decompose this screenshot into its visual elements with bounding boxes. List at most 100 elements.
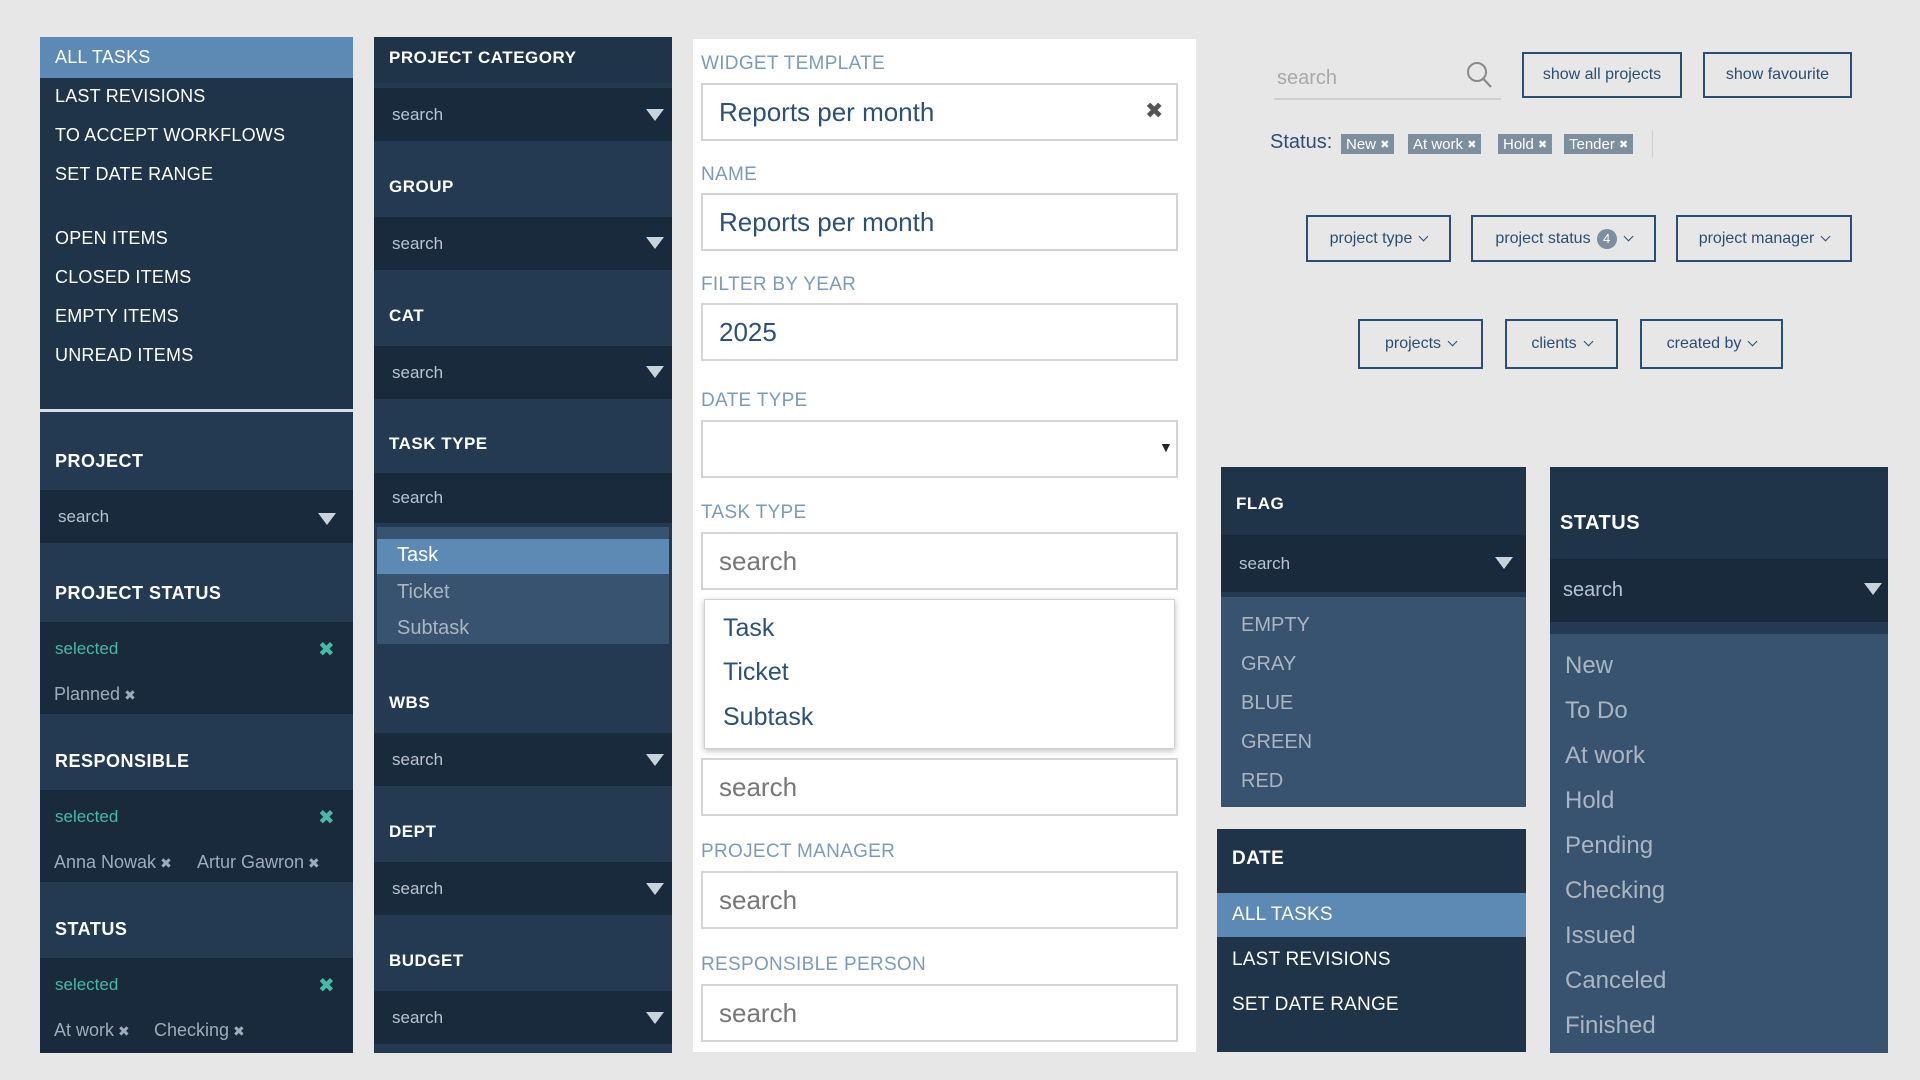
task-type-dropdown-ticket[interactable]: Ticket [723, 658, 789, 687]
task-type-dropdown-task[interactable]: Task [723, 614, 774, 643]
task-type-placeholder: search [719, 545, 798, 576]
dropdown-arrow-icon[interactable] [646, 754, 664, 766]
remove-chip-icon[interactable]: ✖ [160, 855, 172, 871]
flag-search[interactable]: search [1221, 535, 1526, 592]
dropdown-arrow-icon[interactable] [1864, 583, 1882, 595]
dept-search[interactable]: search [374, 862, 672, 915]
status-tag-at-work[interactable]: At work ✖ [1408, 134, 1482, 154]
remove-tag-icon[interactable]: ✖ [1619, 138, 1628, 151]
show-favourite-button[interactable]: show favourite [1703, 52, 1852, 98]
responsible-person-input[interactable]: search [701, 984, 1178, 1042]
task-type-dropdown-subtask[interactable]: Subtask [723, 703, 813, 732]
task-type-option-subtask[interactable]: Subtask [397, 617, 469, 640]
project-manager-dropdown[interactable]: project manager [1676, 215, 1852, 262]
dropdown-arrow-icon[interactable] [646, 1012, 664, 1024]
menu-closed-items[interactable]: CLOSED ITEMS [55, 267, 191, 288]
project-dropdown-arrow-icon[interactable] [318, 513, 336, 525]
flag-gray[interactable]: GRAY [1241, 653, 1296, 676]
status-canceled[interactable]: Canceled [1565, 967, 1666, 995]
remove-tag-icon[interactable]: ✖ [1380, 138, 1389, 151]
flag-red[interactable]: RED [1241, 770, 1283, 793]
remove-tag-icon[interactable]: ✖ [1467, 138, 1476, 151]
status-checking[interactable]: Checking [1565, 877, 1665, 905]
flag-green[interactable]: GREEN [1241, 731, 1312, 754]
task-type-input[interactable]: search [701, 532, 1178, 590]
menu-last-revisions[interactable]: LAST REVISIONS [55, 86, 206, 107]
date-last-revisions[interactable]: LAST REVISIONS [1232, 949, 1391, 971]
remove-chip-icon[interactable]: ✖ [124, 687, 136, 703]
task-type-search[interactable]: search [374, 473, 672, 523]
remove-chip-icon[interactable]: ✖ [233, 1023, 245, 1039]
project-status-count-badge: 4 [1596, 228, 1617, 249]
remove-chip-icon[interactable]: ✖ [118, 1023, 130, 1039]
status-tag-new[interactable]: New ✖ [1341, 134, 1395, 154]
task-type-option-task[interactable]: Task [397, 544, 438, 567]
project-status-dropdown[interactable]: project status 4 [1471, 215, 1656, 262]
menu-empty-items[interactable]: EMPTY ITEMS [55, 306, 179, 327]
flag-blue[interactable]: BLUE [1241, 692, 1293, 715]
widget-template-label: WIDGET TEMPLATE [701, 53, 885, 74]
clients-dropdown[interactable]: clients [1505, 319, 1618, 369]
cat-search[interactable]: search [374, 346, 672, 399]
group-heading: GROUP [389, 177, 454, 196]
dropdown-arrow-icon[interactable] [646, 109, 664, 121]
tags-divider [1652, 130, 1653, 158]
menu-set-date-range[interactable]: SET DATE RANGE [55, 164, 213, 185]
status-panel-search[interactable]: search [1550, 559, 1888, 622]
status-clear-icon[interactable]: ✖ [318, 973, 335, 998]
chip-artur-gawron[interactable]: Artur Gawron ✖ [197, 852, 320, 873]
dropdown-arrow-icon[interactable] [1495, 557, 1513, 569]
responsible-clear-icon[interactable]: ✖ [318, 805, 335, 830]
chip-checking[interactable]: Checking ✖ [154, 1020, 245, 1041]
name-input[interactable]: Reports per month [701, 193, 1178, 251]
widget-template-select[interactable]: Reports per month [701, 83, 1178, 141]
project-search[interactable]: search [40, 490, 353, 543]
flag-empty[interactable]: EMPTY [1241, 614, 1310, 637]
menu-unread-items[interactable]: UNREAD ITEMS [55, 345, 193, 366]
group-search[interactable]: search [374, 217, 672, 270]
status-new[interactable]: New [1565, 652, 1613, 680]
chevron-down-icon [1447, 336, 1458, 347]
status-panel: STATUS search New To Do At work Hold Pen… [1550, 467, 1888, 1053]
date-all-tasks[interactable]: ALL TASKS [1232, 904, 1333, 926]
search-placeholder: search [1239, 553, 1291, 573]
project-type-dropdown[interactable]: project type [1306, 215, 1451, 262]
status-hold[interactable]: Hold [1565, 787, 1614, 815]
projects-dropdown[interactable]: projects [1358, 319, 1483, 369]
menu-to-accept-workflows[interactable]: TO ACCEPT WORKFLOWS [55, 125, 285, 146]
status-finished[interactable]: Finished [1565, 1012, 1656, 1040]
status-pending[interactable]: Pending [1565, 832, 1653, 860]
project-manager-input[interactable]: search [701, 871, 1178, 929]
show-all-projects-button[interactable]: show all projects [1522, 52, 1682, 98]
status-tag-hold[interactable]: Hold ✖ [1498, 134, 1553, 154]
caret-down-icon[interactable]: ▼ [1159, 439, 1173, 455]
status-tag-tender[interactable]: Tender ✖ [1564, 134, 1634, 154]
clear-icon[interactable]: ✖ [1145, 98, 1163, 124]
chip-planned[interactable]: Planned ✖ [54, 684, 136, 705]
chip-at-work[interactable]: At work ✖ [54, 1020, 130, 1041]
status-to-do[interactable]: To Do [1565, 697, 1628, 725]
obscured-field-input[interactable]: search [701, 758, 1178, 816]
created-by-dropdown[interactable]: created by [1640, 319, 1783, 369]
dept-heading: DEPT [389, 822, 437, 841]
project-category-search[interactable]: search [374, 88, 672, 141]
chip-anna-nowak[interactable]: Anna Nowak ✖ [54, 852, 172, 873]
status-issued[interactable]: Issued [1565, 922, 1636, 950]
task-type-option-ticket[interactable]: Ticket [397, 581, 450, 604]
date-set-date-range[interactable]: SET DATE RANGE [1232, 994, 1399, 1016]
remove-chip-icon[interactable]: ✖ [308, 855, 320, 871]
dropdown-arrow-icon[interactable] [646, 883, 664, 895]
remove-tag-icon[interactable]: ✖ [1538, 138, 1547, 151]
budget-search[interactable]: search [374, 991, 672, 1044]
project-category-heading: PROJECT CATEGORY [389, 48, 577, 67]
status-at-work[interactable]: At work [1565, 742, 1645, 770]
filter-year-input[interactable]: 2025 [701, 303, 1178, 361]
dropdown-arrow-icon[interactable] [646, 366, 664, 378]
menu-open-items[interactable]: OPEN ITEMS [55, 228, 168, 249]
wbs-search[interactable]: search [374, 733, 672, 786]
menu-all-tasks[interactable]: ALL TASKS [55, 47, 151, 68]
project-status-clear-icon[interactable]: ✖ [318, 637, 335, 662]
search-icon[interactable] [1465, 60, 1493, 90]
dropdown-arrow-icon[interactable] [646, 237, 664, 249]
date-type-select[interactable] [701, 420, 1178, 478]
